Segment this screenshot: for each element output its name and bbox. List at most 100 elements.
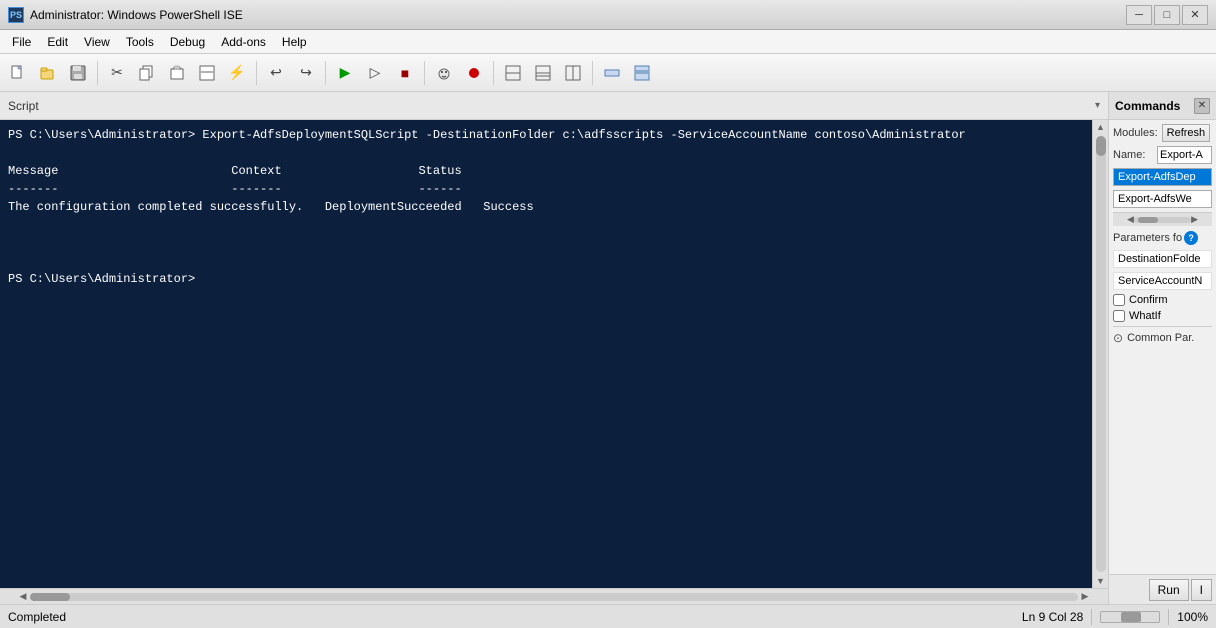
checkbox-whatif: WhatIf [1113,310,1212,322]
vscroll-thumb[interactable] [1096,136,1106,156]
vscroll-up[interactable]: ▲ [1094,120,1108,134]
cut-button[interactable]: ✂ [103,59,131,87]
status-sep-1 [1091,609,1092,625]
run-button[interactable]: Run [1149,579,1189,601]
console-hscroll[interactable]: ◀ ▶ [0,588,1108,604]
script-dropdown[interactable]: ▾ [1095,100,1100,111]
run-selection-button[interactable]: ▷ [361,59,389,87]
redo-button[interactable]: ↪ [292,59,320,87]
name-row: Name: [1113,146,1212,164]
console-line-0: PS C:\Users\Administrator> Export-AdfsDe… [8,128,966,142]
toolbar-sep-4 [424,61,425,85]
toolbar-sep-3 [325,61,326,85]
menu-tools[interactable]: Tools [118,30,162,53]
paste-button[interactable] [163,59,191,87]
position-text: Ln 9 Col 28 [1022,610,1083,624]
debug-button[interactable] [430,59,458,87]
window-controls: ─ □ ✕ [1126,5,1208,25]
vscroll-down[interactable]: ▼ [1094,574,1108,588]
params-label: Parameters fo [1113,230,1182,246]
commands-body: Modules: Refresh Name: Export-AdfsDep Ex… [1109,120,1216,574]
open-button[interactable] [34,59,62,87]
console-line-4: The configuration completed successfully… [8,200,534,214]
cmd-hscroll-right[interactable]: ▶ [1191,214,1198,225]
checkbox-confirm: Confirm [1113,294,1212,306]
hscroll-right[interactable]: ▶ [1078,590,1092,604]
common-params-row[interactable]: ⊙ Common Par. [1113,326,1212,349]
hscroll-left[interactable]: ◀ [16,590,30,604]
cmd-hscroll-thumb[interactable] [1138,217,1158,223]
breakpoint-button[interactable] [460,59,488,87]
cmd-hscroll-left[interactable]: ◀ [1127,214,1134,225]
clear-button[interactable] [193,59,221,87]
toolbar-sep-6 [592,61,593,85]
zoom-in-button[interactable] [598,59,626,87]
console-container: Script ▾ PS C:\Users\Administrator> Expo… [0,92,1108,604]
whatif-checkbox[interactable] [1113,310,1125,322]
toolbar: ✂ ⚡ ↩ ↪ ▶ ▷ ■ [0,54,1216,92]
console-line-3: ------- ------- ------ [8,182,462,196]
run-button[interactable]: ▶ [331,59,359,87]
menu-debug[interactable]: Debug [162,30,213,53]
position-indicator: Ln 9 Col 28 [1022,610,1083,624]
cmd-hscroll[interactable]: ◀ ▶ [1113,212,1212,226]
cmd-list-item-1[interactable]: Export-AdfsWe [1113,190,1212,208]
scroll-thumb [1121,612,1141,622]
name-input[interactable] [1157,146,1212,164]
script-label: Script [8,99,39,113]
menu-help[interactable]: Help [274,30,315,53]
toolbar-sep-2 [256,61,257,85]
title-bar: PS Administrator: Windows PowerShell ISE… [0,0,1216,30]
hscroll-track[interactable] [30,593,1078,601]
console-output[interactable]: PS C:\Users\Administrator> Export-AdfsDe… [0,120,1092,588]
save-button[interactable] [64,59,92,87]
status-sep-2 [1168,609,1169,625]
console-line-8: PS C:\Users\Administrator> [8,272,202,286]
menu-edit[interactable]: Edit [39,30,76,53]
scroll-indicator [1100,611,1160,623]
menu-file[interactable]: File [4,30,39,53]
maximize-button[interactable]: □ [1154,5,1180,25]
toolbar-sep-1 [97,61,98,85]
refresh-button[interactable]: Refresh [1162,124,1211,142]
params-help-icon[interactable]: ? [1184,231,1198,245]
copy-button[interactable] [133,59,161,87]
undo-button[interactable]: ↩ [262,59,290,87]
close-button[interactable]: ✕ [1182,5,1208,25]
vscroll-track[interactable] [1096,136,1106,572]
zoom-level: 100% [1177,610,1208,624]
common-params-label: Common Par. [1127,332,1194,344]
common-params-expand-icon: ⊙ [1113,331,1123,345]
status-text: Completed [8,610,1022,624]
app-title: Administrator: Windows PowerShell ISE [30,8,1126,22]
pane-toggle-3[interactable] [559,59,587,87]
param-item-0: DestinationFolde [1113,250,1212,268]
hscroll-thumb[interactable] [30,593,70,601]
app-icon: PS [8,7,24,23]
status-bar: Completed Ln 9 Col 28 100% [0,604,1216,628]
commands-close-button[interactable]: ✕ [1194,98,1210,114]
zoom-out-button[interactable] [628,59,656,87]
menu-addons[interactable]: Add-ons [213,30,274,53]
whatif-label: WhatIf [1129,310,1161,322]
main-content: Script ▾ PS C:\Users\Administrator> Expo… [0,92,1216,604]
new-button[interactable] [4,59,32,87]
menu-view[interactable]: View [76,30,118,53]
menu-bar: File Edit View Tools Debug Add-ons Help [0,30,1216,54]
cmd-list-item-0[interactable]: Export-AdfsDep [1113,168,1212,186]
copy-run-button[interactable]: I [1191,579,1212,601]
pane-toggle-1[interactable] [499,59,527,87]
script-icon-button[interactable]: ⚡ [223,59,251,87]
confirm-checkbox[interactable] [1113,294,1125,306]
pane-toggle-2[interactable] [529,59,557,87]
confirm-label: Confirm [1129,294,1168,306]
name-label: Name: [1113,149,1153,161]
cmd-hscroll-track[interactable] [1134,217,1191,223]
stop-button[interactable]: ■ [391,59,419,87]
console-vscroll[interactable]: ▲ ▼ [1092,120,1108,588]
status-right: Ln 9 Col 28 100% [1022,609,1208,625]
params-row: Parameters fo ? [1113,230,1212,246]
console-line-2: Message Context Status [8,164,462,178]
minimize-button[interactable]: ─ [1126,5,1152,25]
console-header: Script ▾ [0,92,1108,120]
